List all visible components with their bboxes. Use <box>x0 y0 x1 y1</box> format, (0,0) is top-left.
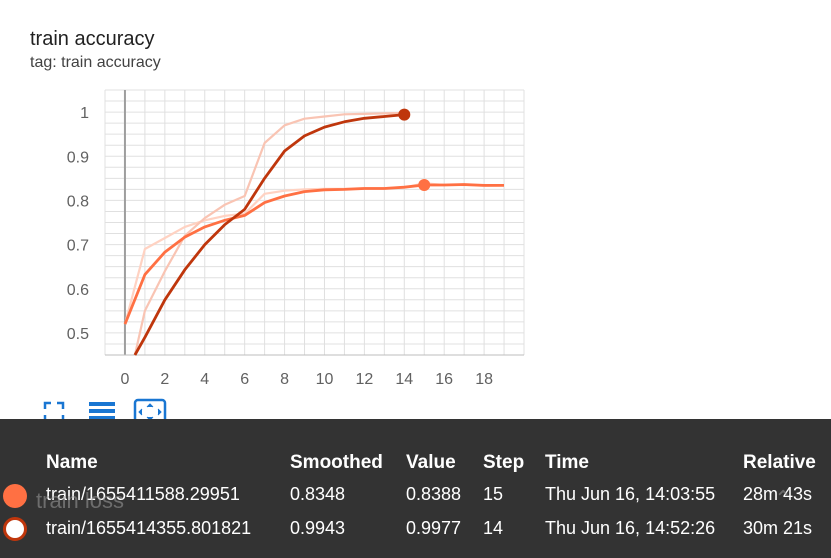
chart-axes: 0 2 4 6 8 10 12 14 16 18 0.5 0.6 0.7 0.8 0.9 1 <box>67 90 524 388</box>
series-marker-filled <box>3 484 27 508</box>
row-smoothed: 0.8348 <box>290 484 346 504</box>
row-step: 14 <box>483 518 504 538</box>
chevron-up-icon[interactable]: ⌃ <box>774 486 792 512</box>
row-value: 0.9977 <box>406 518 462 538</box>
y-tick-label: 0.5 <box>67 326 89 343</box>
x-tick-label: 16 <box>435 371 453 388</box>
y-tick-label: 1 <box>80 105 89 122</box>
y-tick-label: 0.7 <box>67 238 89 255</box>
row-relative: 30m 21s <box>743 518 813 538</box>
column-header-name: Name <box>46 452 98 473</box>
x-tick-label: 4 <box>200 371 209 388</box>
x-tick-label: 8 <box>280 371 289 388</box>
x-tick-label: 18 <box>475 371 493 388</box>
row-step: 15 <box>483 484 504 504</box>
y-tick-label: 0.9 <box>67 149 89 166</box>
x-tick-label: 12 <box>355 371 373 388</box>
series-marker-ring <box>3 517 27 541</box>
column-header-time: Time <box>545 452 590 473</box>
column-header-relative: Relative <box>743 452 816 473</box>
x-tick-label: 14 <box>395 371 413 388</box>
series-hover-point <box>418 179 431 192</box>
x-tick-label: 10 <box>316 371 334 388</box>
series-smoothed-line <box>123 183 504 325</box>
column-header-value: Value <box>406 452 456 473</box>
occluded-card-title: train loss <box>36 488 125 513</box>
line-chart[interactable]: 0 2 4 6 8 10 12 14 16 18 0.5 0.6 0.7 0.8 0.9 1 <box>0 0 831 400</box>
column-header-step: Step <box>483 452 525 473</box>
series-hover-point <box>398 108 411 121</box>
column-header-smoothed: Smoothed <box>290 452 383 473</box>
row-time: Thu Jun 16, 14:52:26 <box>545 518 716 538</box>
hover-tooltip: Name Smoothed Value Step Time Relative t… <box>0 419 831 558</box>
y-tick-label: 0.6 <box>67 282 89 299</box>
row-name: train/1655414355.801821 <box>46 518 252 538</box>
x-tick-label: 6 <box>240 371 249 388</box>
chart-grid <box>104 89 525 356</box>
row-time: Thu Jun 16, 14:03:55 <box>545 484 716 504</box>
y-tick-label: 0.8 <box>67 193 89 210</box>
row-value: 0.8388 <box>406 484 462 504</box>
x-tick-label: 0 <box>120 371 129 388</box>
x-tick-label: 2 <box>160 371 169 388</box>
row-smoothed: 0.9943 <box>290 518 346 538</box>
series-raw-line <box>123 182 505 325</box>
